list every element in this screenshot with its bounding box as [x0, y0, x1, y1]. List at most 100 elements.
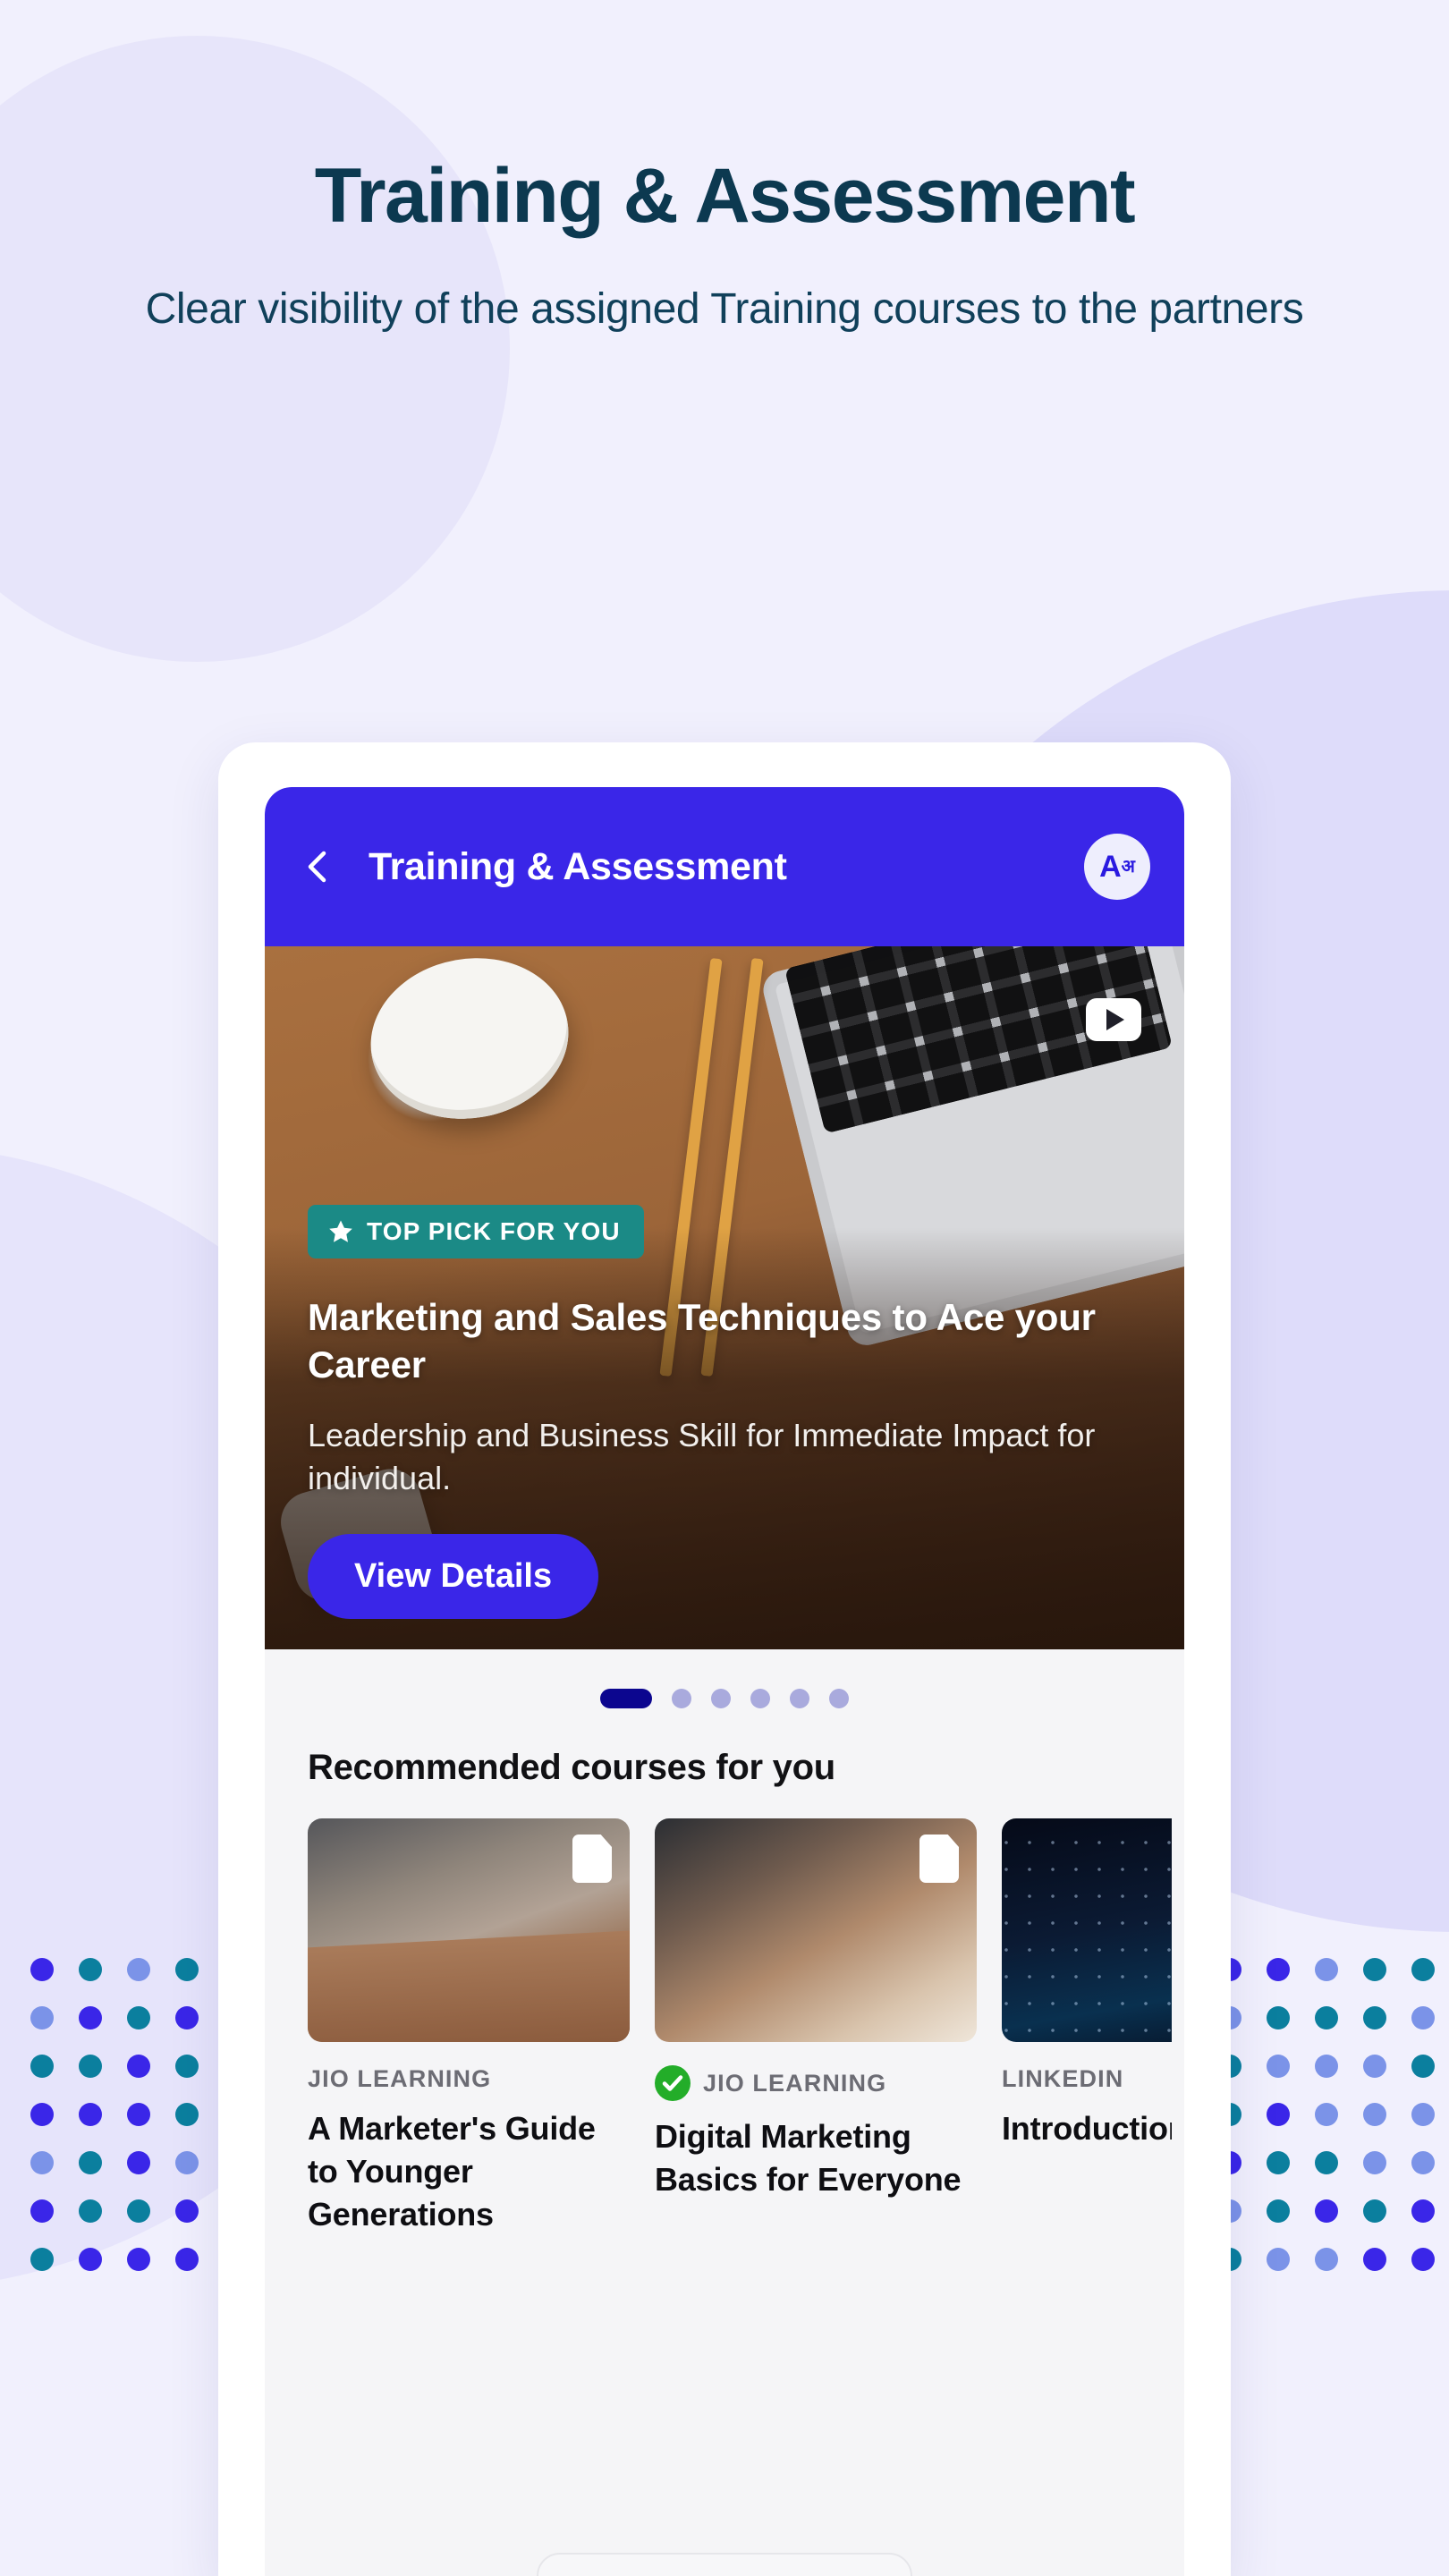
dot [30, 2199, 54, 2223]
top-pick-badge: TOP PICK FOR YOU [308, 1204, 644, 1258]
view-details-button[interactable]: View Details [308, 1534, 599, 1619]
dot [1315, 2248, 1338, 2271]
decorative-dot [114, 2090, 163, 2139]
dot [1363, 2103, 1386, 2126]
hero-course-title: Marketing and Sales Techniques to Ace yo… [308, 1295, 1096, 1385]
decorative-dot [1351, 1994, 1399, 2042]
dot [79, 2006, 102, 2029]
dot [1267, 2248, 1290, 2271]
dot [127, 2055, 150, 2078]
decorative-dot [1399, 2235, 1447, 2284]
dot [30, 2103, 54, 2126]
decorative-dot [1351, 2235, 1399, 2284]
decorative-dot [114, 2042, 163, 2090]
dot [1363, 2199, 1386, 2223]
document-icon [919, 1835, 959, 1883]
dot [175, 2199, 199, 2223]
dot [175, 2055, 199, 2078]
dot [127, 2103, 150, 2126]
course-card-list: JIO LEARNING A Marketer's Guide to Younge… [308, 1818, 1184, 2236]
course-provider: LINKEDIN [1002, 2065, 1124, 2092]
decorative-dot [1254, 2235, 1302, 2284]
dot [1315, 1958, 1338, 1981]
decorative-dot [163, 2139, 211, 2187]
dot [30, 1958, 54, 1981]
decorative-dot [1351, 2090, 1399, 2139]
course-thumbnail [308, 1818, 630, 2042]
decorative-dot-grid-right [1206, 1945, 1447, 2284]
dot [30, 2006, 54, 2029]
dot [127, 2248, 150, 2271]
dot [1267, 1958, 1290, 1981]
decorative-dot [18, 1994, 66, 2042]
pagination-dot[interactable] [711, 1689, 731, 1708]
dot [175, 2006, 199, 2029]
course-meta: LINKEDIN [1002, 2065, 1172, 2093]
decorative-dot [1351, 1945, 1399, 1994]
decorative-dot [66, 1945, 114, 1994]
carousel-pagination[interactable] [265, 1649, 1184, 1739]
app-bar-title: Training & Assessment [369, 844, 787, 888]
dot [1267, 2199, 1290, 2223]
dot [1267, 2103, 1290, 2126]
language-toggle-icon[interactable]: Aअ [1084, 834, 1150, 900]
decorative-dot [1254, 2139, 1302, 2187]
decorative-dot [66, 2090, 114, 2139]
dot [30, 2151, 54, 2174]
hero-banner[interactable]: TOP PICK FOR YOU Marketing and Sales Tec… [265, 946, 1184, 1649]
star-icon [327, 1218, 354, 1245]
decorative-dot [1399, 2139, 1447, 2187]
decorative-dot [114, 1994, 163, 2042]
page-subtitle: Clear visibility of the assigned Trainin… [145, 285, 1304, 333]
course-card[interactable]: JIO LEARNING A Marketer's Guide to Younge… [308, 1818, 630, 2236]
pagination-dot-active[interactable] [600, 1689, 652, 1708]
pagination-dot[interactable] [829, 1689, 849, 1708]
dot [1315, 2055, 1338, 2078]
course-title: Introduction to Network Storage [1002, 2110, 1172, 2147]
decorative-dot [163, 1945, 211, 1994]
decorative-dot [1302, 2187, 1351, 2235]
decorative-dot [18, 2235, 66, 2284]
dot [175, 2248, 199, 2271]
dot [1411, 2248, 1435, 2271]
course-thumbnail [655, 1818, 977, 2042]
decorative-dot [1302, 2042, 1351, 2090]
recommended-courses-heading: Recommended courses for you [308, 1748, 835, 1787]
dot [1315, 2103, 1338, 2126]
dot [175, 2151, 199, 2174]
decorative-dot [1302, 1945, 1351, 1994]
dot [1363, 2151, 1386, 2174]
course-title: A Marketer's Guide to Younger Generation… [308, 2110, 596, 2233]
play-icon[interactable] [1086, 998, 1141, 1041]
decorative-dot [1254, 2187, 1302, 2235]
hero-content: TOP PICK FOR YOU Marketing and Sales Tec… [308, 1204, 1141, 1619]
course-card[interactable]: LINKEDIN Introduction to Network Storage [1002, 1818, 1172, 2236]
dot [79, 2103, 102, 2126]
decorative-dot [163, 2042, 211, 2090]
decorative-dot [1399, 1945, 1447, 1994]
dot [1411, 2199, 1435, 2223]
dot [79, 2199, 102, 2223]
dot [1315, 2006, 1338, 2029]
decorative-dot [163, 2090, 211, 2139]
phone-mockup-frame: Training & Assessment Aअ TOP PICK FOR YO… [218, 742, 1231, 2576]
pagination-dot[interactable] [672, 1689, 691, 1708]
decorative-dot [1302, 2139, 1351, 2187]
dot [30, 2055, 54, 2078]
bottom-sheet-handle[interactable] [537, 2553, 912, 2576]
dot [1411, 2103, 1435, 2126]
dot [79, 2151, 102, 2174]
hero-course-subtitle: Leadership and Business Skill for Immedi… [308, 1416, 1096, 1496]
decorative-dot [1399, 1994, 1447, 2042]
dot [1411, 2006, 1435, 2029]
dot [127, 2151, 150, 2174]
dot [1411, 2151, 1435, 2174]
pagination-dot[interactable] [790, 1689, 809, 1708]
course-card[interactable]: JIO LEARNING Digital Marketing Basics for… [655, 1818, 977, 2236]
pagination-dot[interactable] [750, 1689, 770, 1708]
app-bar: Training & Assessment Aअ [265, 787, 1184, 946]
dot [1363, 2055, 1386, 2078]
decorative-dot [114, 2139, 163, 2187]
decorative-dot [163, 2235, 211, 2284]
chevron-left-icon[interactable] [299, 847, 338, 886]
